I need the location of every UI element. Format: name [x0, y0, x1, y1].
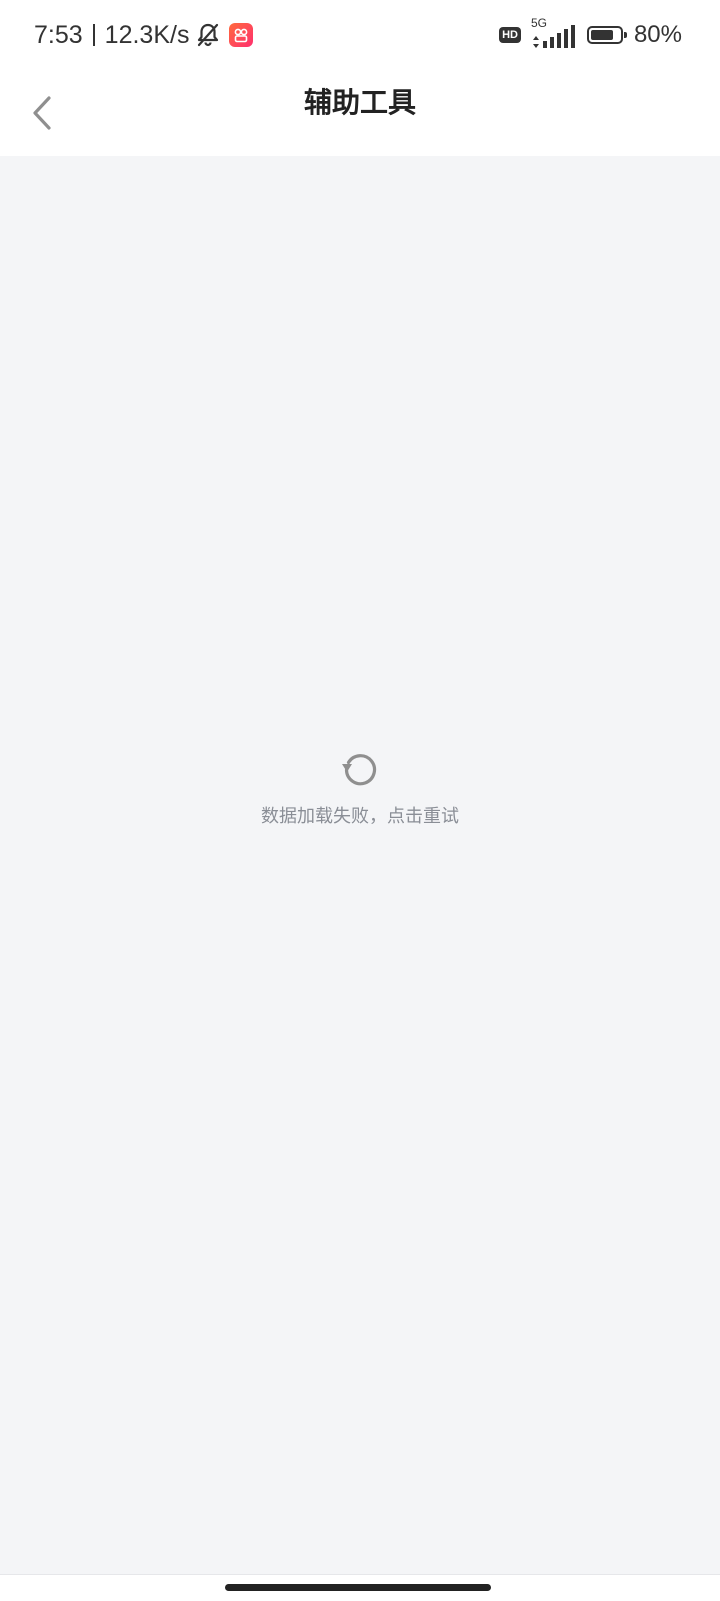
app-header: 辅助工具 [0, 70, 720, 156]
page-title: 辅助工具 [303, 86, 416, 119]
refresh-icon[interactable] [338, 746, 382, 790]
status-separator [92, 24, 95, 46]
battery-percent: 80% [633, 21, 682, 48]
battery-fill [590, 30, 613, 40]
status-bar: 7:53 12.3K/s HD 5G 80% [0, 0, 720, 70]
status-time: 7:53 [34, 20, 83, 49]
error-message[interactable]: 数据加载失败，点击重试 [261, 802, 459, 828]
status-bar-right: HD 5G 80% [499, 16, 682, 52]
retry-area[interactable]: 数据加载失败，点击重试 [0, 746, 720, 828]
battery-icon [586, 26, 627, 44]
navigation-bar [0, 1574, 720, 1601]
hd-icon: HD [499, 27, 521, 43]
home-indicator[interactable] [225, 1584, 491, 1591]
main-content: 数据加载失败，点击重试 [0, 156, 720, 1574]
bell-muted-icon [195, 22, 221, 48]
net-speed: 12.3K/s [104, 20, 190, 49]
app-notification-icon [229, 23, 254, 47]
signal-icon: 5G [531, 16, 577, 50]
status-bar-left: 7:53 12.3K/s [34, 16, 254, 54]
